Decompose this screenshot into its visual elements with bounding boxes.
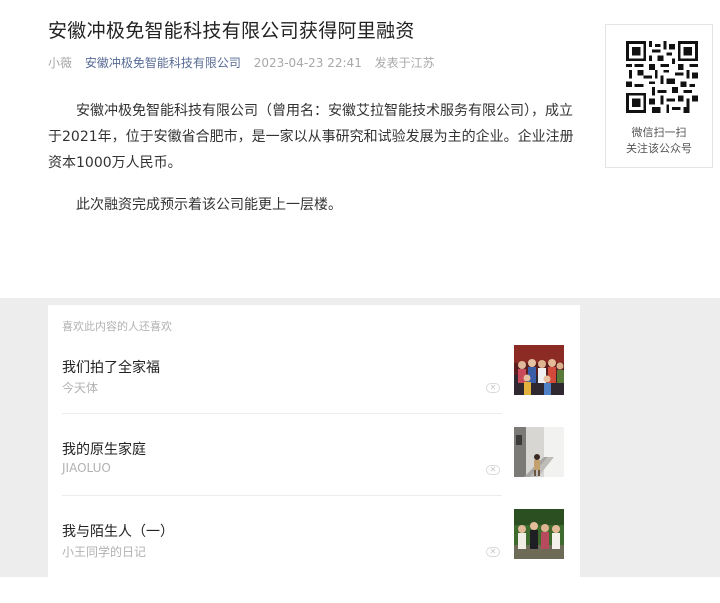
qr-code-icon[interactable] (626, 41, 698, 113)
article-section: 安徽冲极免智能科技有限公司获得阿里融资 小薇 安徽冲极免智能科技有限公司 202… (0, 0, 720, 298)
recommend-item-source: 今天体 (62, 381, 99, 395)
recommend-item-title[interactable]: 我与陌生人（一） (62, 521, 174, 541)
article-body: 安徽冲极免智能科技有限公司（曾用名：安徽艾拉智能技术服务有限公司），成立于202… (48, 98, 584, 234)
publish-time: 2023-04-23 22:41 (253, 56, 362, 70)
recommend-item[interactable]: 我们拍了全家福 今天体 ✕ (62, 345, 566, 439)
family-photo-thumbnail (514, 345, 564, 395)
recommend-divider (62, 495, 502, 496)
recommend-panel: 喜欢此内容的人还喜欢 我们拍了全家福 今天体 ✕ 我的原生家庭 JIAOLUO … (48, 305, 580, 577)
qr-caption-line1: 微信扫一扫 (631, 126, 687, 139)
recommend-item[interactable]: 我与陌生人（一） 小王同学的日记 ✕ (62, 509, 566, 603)
recommend-header: 喜欢此内容的人还喜欢 (62, 320, 172, 333)
recommend-item[interactable]: 我的原生家庭 JIAOLUO ✕ (62, 427, 566, 521)
recommend-item-source: 小王同学的日记 (62, 545, 147, 559)
article-paragraph: 此次融资完成预示着该公司能更上一层楼。 (76, 197, 342, 213)
qr-caption-line2: 关注该公众号 (626, 142, 692, 155)
recommend-item-source: JIAOLUO (62, 461, 111, 475)
article-title: 安徽冲极免智能科技有限公司获得阿里融资 (48, 20, 415, 42)
article-meta: 小薇 安徽冲极免智能科技有限公司 2023-04-23 22:41 发表于江苏 (48, 54, 444, 71)
publish-location: 发表于江苏 (374, 56, 435, 70)
stairway-photo-thumbnail (514, 427, 564, 477)
recommend-item-title[interactable]: 我的原生家庭 (62, 439, 146, 459)
close-icon[interactable]: ✕ (486, 547, 500, 557)
qr-panel: 微信扫一扫 关注该公众号 (605, 24, 713, 168)
group-photo-thumbnail (514, 509, 564, 559)
recommend-item-title[interactable]: 我们拍了全家福 (62, 357, 160, 377)
account-link[interactable]: 安徽冲极免智能科技有限公司 (85, 56, 241, 70)
author-name: 小薇 (48, 56, 73, 70)
recommend-divider (62, 413, 502, 414)
article-paragraph: 安徽冲极免智能科技有限公司（曾用名：安徽艾拉智能技术服务有限公司），成立于202… (48, 103, 574, 171)
close-icon[interactable]: ✕ (486, 465, 500, 475)
close-icon[interactable]: ✕ (486, 383, 500, 393)
